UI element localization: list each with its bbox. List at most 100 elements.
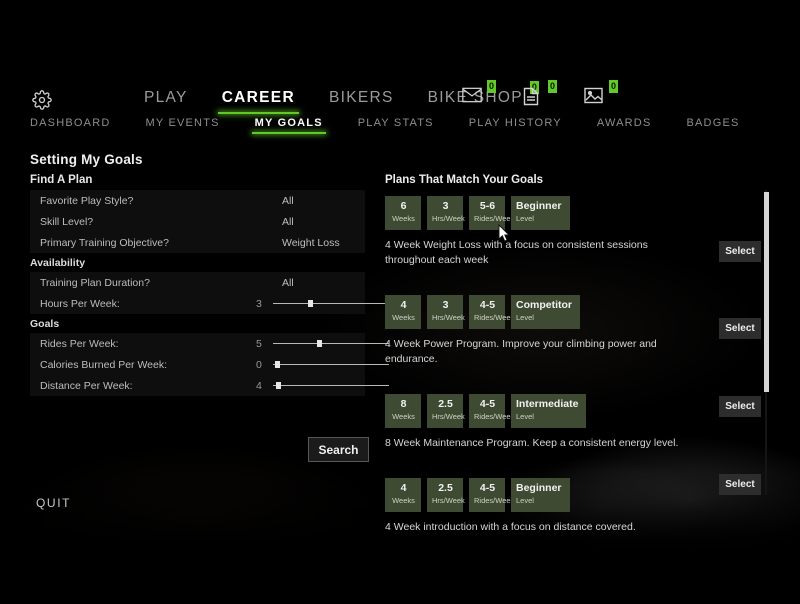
slider-thumb[interactable] <box>317 340 323 347</box>
plan-weeks-tile-unit: Weeks <box>392 496 415 505</box>
nav-item-career[interactable]: CAREER <box>217 87 300 114</box>
subnav-item-awards[interactable]: AWARDS <box>594 115 655 134</box>
plan-select-button-label: Select <box>725 246 755 257</box>
plan-rides-tile-unit: Rides/Week <box>474 313 515 322</box>
find-a-plan-heading: Find A Plan <box>30 174 93 186</box>
form-row-slider-value: 4 <box>256 379 262 392</box>
slider-thumb[interactable] <box>276 382 282 389</box>
photos-badge: 0 <box>608 80 618 93</box>
form-row-label: Distance Per Week: <box>40 379 133 392</box>
plan-rides-tile: 4-5 Rides/Week <box>469 478 515 512</box>
plan-select-button[interactable]: Select <box>719 396 761 417</box>
plan-level-tile-unit: Level <box>516 214 534 223</box>
plan-stat-tiles: 4 Weeks 2.5 Hrs/Week 4-5 Rides/Week Beginner Le… <box>385 478 715 512</box>
plan-rides-tile-value: 4-5 <box>479 299 496 311</box>
image-icon <box>584 87 603 108</box>
career-my-goals-screen: PLAY CAREER BIKERS BIKE SHOP 0 0 0 0 DAS… <box>0 0 800 604</box>
nav-item-bikers-label: BIKERS <box>328 89 394 106</box>
nav-item-career-label: CAREER <box>221 89 295 106</box>
plan-hours-tile-value: 3 <box>442 299 449 311</box>
search-button[interactable]: Search <box>308 437 369 462</box>
plan-rides-tile-unit: Rides/Week <box>474 496 515 505</box>
nav-item-bikers[interactable]: BIKERS <box>325 87 398 114</box>
plan-weeks-tile-value: 6 <box>400 200 407 212</box>
page-title: Setting My Goals <box>30 152 143 167</box>
subnav-awards-label: AWARDS <box>596 117 652 129</box>
plan-stat-tiles: 6 Weeks 3 Hrs/Week 5-6 Rides/Week Beginner Leve… <box>385 196 715 230</box>
form-row-label: Training Plan Duration? <box>40 276 150 289</box>
plan-level-tile-value: Competitor <box>516 299 572 311</box>
form-section-heading: Goals <box>30 318 60 330</box>
plans-scrollbar-thumb[interactable] <box>764 192 769 392</box>
plan-select-button[interactable]: Select <box>719 474 761 495</box>
plan-rides-tile: 5-6 Rides/Week <box>469 196 515 230</box>
form-row-label: Skill Level? <box>40 215 94 228</box>
mail-button[interactable]: 0 <box>462 80 496 107</box>
settings-gear-button[interactable] <box>31 89 53 115</box>
form-row-label: Hours Per Week: <box>40 297 120 310</box>
plan-weeks-tile: 8 Weeks <box>385 394 421 428</box>
form-row-label: Favorite Play Style? <box>40 194 134 207</box>
quit-button[interactable]: QUIT <box>30 493 77 513</box>
form-row: Distance Per Week: 4 <box>30 375 389 396</box>
subnav-item-my-events[interactable]: MY EVENTS <box>142 115 222 134</box>
plan-level-tile: Competitor Level <box>511 295 580 329</box>
plan-hours-tile-unit: Hrs/Week <box>432 412 465 421</box>
plan-rides-tile-unit: Rides/Week <box>474 412 515 421</box>
plan-rides-tile-value: 5-6 <box>479 200 496 212</box>
form-row-select-value[interactable]: All <box>282 195 294 207</box>
plan-level-tile-value: Beginner <box>516 482 562 494</box>
plan-hours-tile: 3 Hrs/Week <box>427 196 465 230</box>
plan-description: 8 Week Maintenance Program. Keep a consi… <box>385 437 679 449</box>
plan-level-tile-unit: Level <box>516 313 534 322</box>
plan-level-tile-unit: Level <box>516 496 534 505</box>
subnav-my-goals-label: MY GOALS <box>254 117 323 129</box>
plan-hours-tile-value: 2.5 <box>438 482 453 494</box>
form-row: Hours Per Week: 3 <box>30 293 389 314</box>
form-row-slider[interactable] <box>273 382 389 389</box>
subnav-item-badges[interactable]: BADGES <box>683 115 742 134</box>
plan-hours-tile-value: 3 <box>442 200 449 212</box>
plan-level-tile: Beginner Level <box>511 196 570 230</box>
plan-level-tile-value: Intermediate <box>516 398 579 410</box>
form-row-select-value[interactable]: All <box>282 216 294 228</box>
plan-hours-tile-value: 2.5 <box>438 398 453 410</box>
plan-description: 4 Week introduction with a focus on dist… <box>385 521 636 533</box>
form-row: Favorite Play Style? All <box>30 190 365 211</box>
secondary-nav: DASHBOARD MY EVENTS MY GOALS PLAY STATS … <box>27 115 743 134</box>
subnav-play-stats-label: PLAY STATS <box>357 117 434 129</box>
subnav-my-events-label: MY EVENTS <box>145 117 220 129</box>
form-row-select-value[interactable]: Weight Loss <box>282 237 340 249</box>
form-row-select-value[interactable]: All <box>282 277 294 289</box>
plan-weeks-tile-value: 8 <box>400 398 407 410</box>
slider-thumb[interactable] <box>275 361 281 368</box>
plan-level-tile: Beginner Level <box>511 478 570 512</box>
form-row-slider[interactable] <box>273 300 389 307</box>
plan-select-button[interactable]: Select <box>719 241 761 262</box>
notification-icon-cluster: 0 0 0 <box>462 80 618 108</box>
plan-hours-tile-unit: Hrs/Week <box>432 313 465 322</box>
gear-icon <box>32 89 52 115</box>
documents-button[interactable]: 0 <box>523 80 557 107</box>
plan-rides-tile-value: 4-5 <box>479 482 496 494</box>
form-row-label: Primary Training Objective? <box>40 236 169 249</box>
plan-select-button[interactable]: Select <box>719 318 761 339</box>
subnav-item-my-goals[interactable]: MY GOALS <box>251 115 326 134</box>
nav-item-play[interactable]: PLAY <box>140 87 192 114</box>
photos-button[interactable]: 0 <box>584 80 618 108</box>
subnav-item-dashboard[interactable]: DASHBOARD <box>27 115 113 134</box>
form-row-slider[interactable] <box>273 361 389 368</box>
form-row-slider-value: 5 <box>256 337 262 350</box>
quit-button-label: QUIT <box>36 496 72 510</box>
mail-badge: 0 <box>486 80 496 93</box>
plan-weeks-tile-unit: Weeks <box>392 412 415 421</box>
form-section-heading: Availability <box>30 257 86 269</box>
subnav-item-play-stats[interactable]: PLAY STATS <box>355 115 437 134</box>
plan-rides-tile-unit: Rides/Week <box>474 214 515 223</box>
slider-thumb[interactable] <box>307 300 313 307</box>
subnav-item-play-history[interactable]: PLAY HISTORY <box>466 115 565 134</box>
form-section-rows: Favorite Play Style? All Skill Level? All Pr… <box>30 190 365 253</box>
plan-card: 6 Weeks 3 Hrs/Week 5-6 Rides/Week Beginner Leve… <box>385 196 715 268</box>
form-row-slider[interactable] <box>273 340 389 347</box>
plans-scrollbar-track[interactable] <box>764 190 769 495</box>
